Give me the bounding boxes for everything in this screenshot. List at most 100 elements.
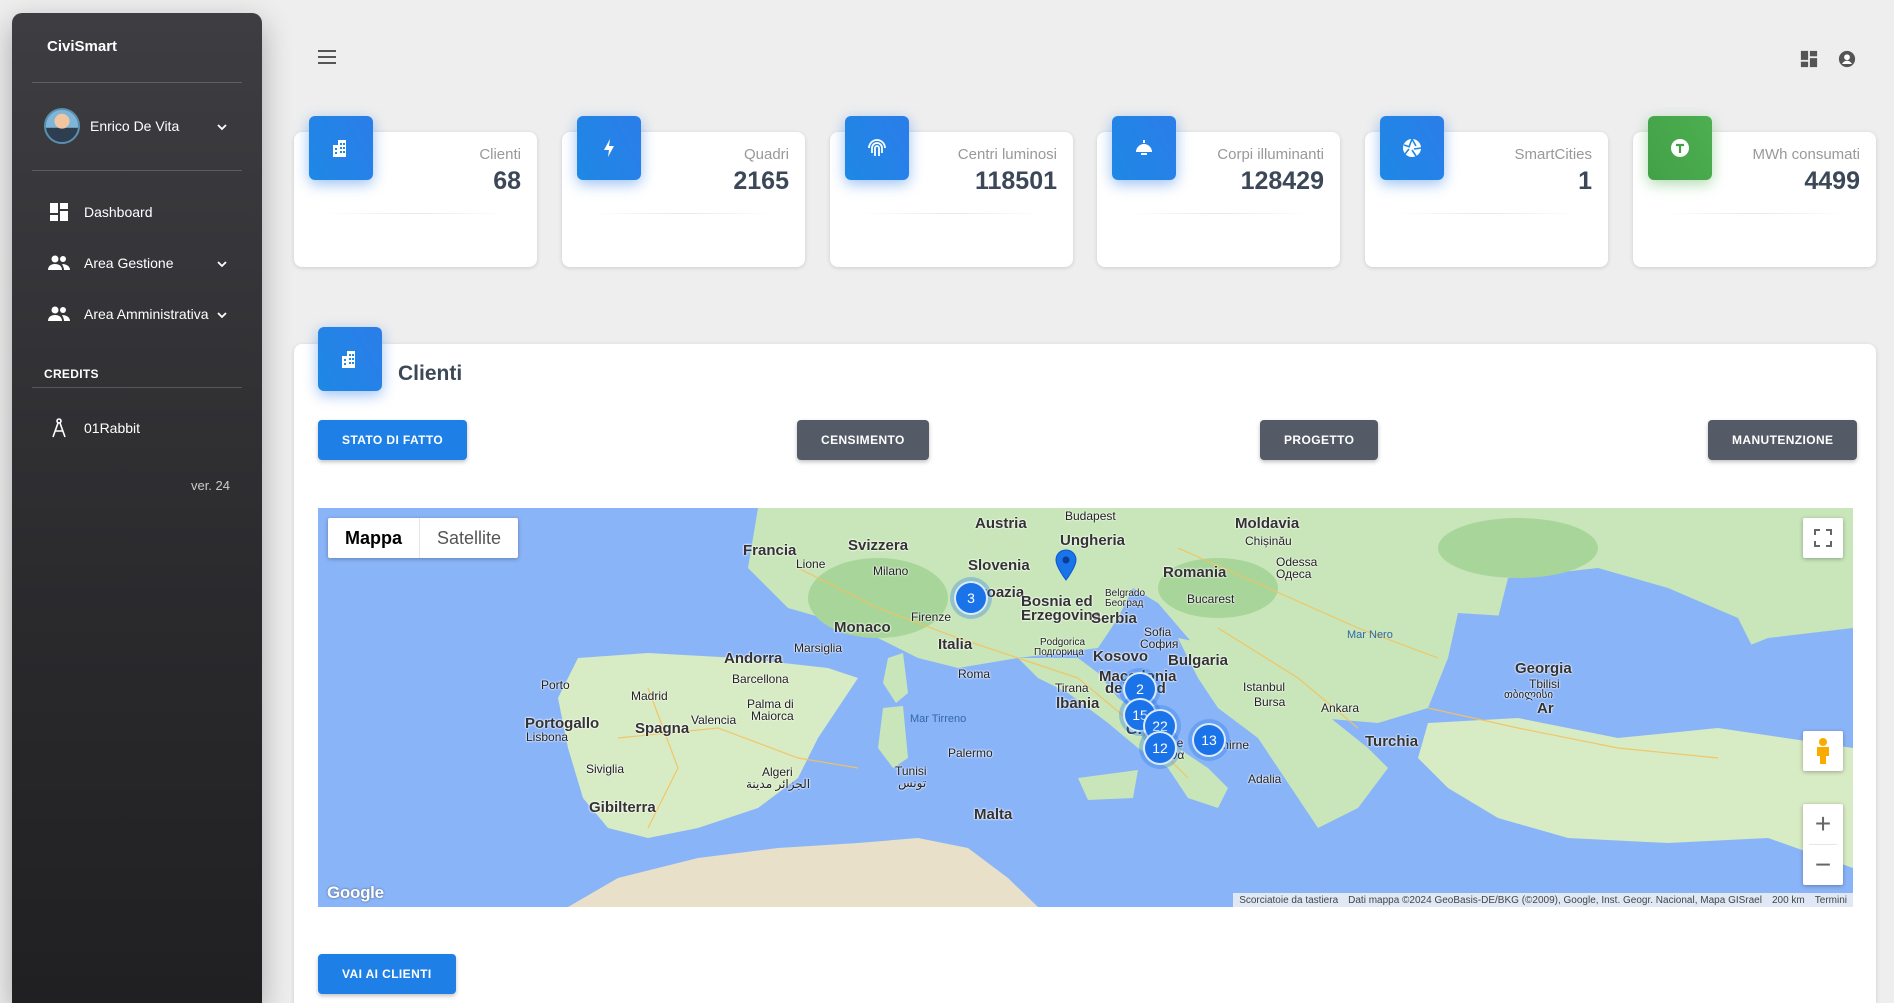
- map-label-country: Malta: [974, 806, 1013, 823]
- map-label-city: Madrid: [631, 689, 668, 703]
- panel-title: Clienti: [398, 362, 463, 385]
- card-divider: [324, 213, 507, 214]
- stat-value: 4499: [1804, 167, 1860, 195]
- map-cluster-marker[interactable]: 12: [1143, 731, 1177, 765]
- map-cluster-marker[interactable]: 13: [1192, 723, 1226, 757]
- compass-icon: [48, 417, 70, 439]
- card-divider: [1127, 213, 1310, 214]
- brand-logo[interactable]: CiviSmart: [47, 38, 117, 55]
- chevron-down-icon[interactable]: [216, 257, 228, 269]
- map-label-country: lbania: [1056, 695, 1100, 712]
- sidebar-item-label: 01Rabbit: [84, 420, 141, 436]
- map-label-city: Roma: [958, 667, 991, 681]
- sidebar-item-01rabbit[interactable]: 01Rabbit: [48, 413, 248, 443]
- sidebar: CiviSmart Enrico De Vita Dashboard Area …: [12, 13, 262, 1003]
- dashboard-icon[interactable]: [1798, 48, 1820, 70]
- sidebar-item-dashboard[interactable]: Dashboard: [48, 197, 248, 227]
- map-label-city: Gibilterra: [589, 799, 656, 816]
- map-label-city: Maiorca: [751, 709, 794, 723]
- sidebar-item-label: Area Amministrativa: [84, 306, 209, 322]
- manutenzione-button[interactable]: MANUTENZIONE: [1708, 420, 1858, 460]
- map-label-country: Kosovo: [1093, 648, 1149, 665]
- map-label-city: Siviglia: [586, 762, 625, 776]
- chevron-down-icon[interactable]: [216, 308, 228, 320]
- chevron-down-icon[interactable]: [216, 120, 228, 132]
- map-attribution: Scorciatoie da tastiera Dati mappa ©2024…: [1233, 893, 1853, 907]
- stat-value: 118501: [974, 167, 1057, 195]
- map-label-city: Lisbona: [526, 730, 569, 744]
- fullscreen-icon[interactable]: [1803, 518, 1843, 558]
- stat-label: MWh consumati: [1752, 146, 1860, 163]
- map-label-country: Turchia: [1365, 733, 1419, 750]
- meter-icon: [1648, 116, 1712, 180]
- map-type-mappa[interactable]: Mappa: [328, 518, 421, 558]
- people-icon: [48, 303, 70, 325]
- aperture-icon: [1380, 116, 1444, 180]
- stat-card-smartcities: SmartCities 1: [1365, 116, 1608, 267]
- map-scale[interactable]: 200 km: [1772, 895, 1805, 906]
- user-menu[interactable]: Enrico De Vita: [44, 108, 244, 144]
- progetto-button[interactable]: PROGETTO: [1260, 420, 1379, 460]
- sidebar-item-label: Dashboard: [84, 204, 153, 220]
- map-label-city: Milano: [873, 564, 909, 578]
- stat-label: Centri luminosi: [957, 146, 1057, 163]
- map-label-country: Andorra: [724, 650, 783, 667]
- stat-card-corpi-illuminanti: Corpi illuminanti 128429: [1097, 116, 1340, 267]
- map-label-country: Austria: [975, 515, 1027, 532]
- card-divider: [1663, 213, 1846, 214]
- zoom-out-icon[interactable]: −: [1803, 845, 1843, 885]
- people-icon: [48, 252, 70, 274]
- map-label-city: Valencia: [691, 713, 737, 727]
- map-cluster-marker[interactable]: 3: [954, 581, 988, 615]
- map-label-city: الجزائر مدينة: [746, 777, 811, 791]
- keyboard-shortcuts-link[interactable]: Scorciatoie da tastiera: [1239, 895, 1338, 906]
- sidebar-divider: [32, 82, 242, 83]
- stat-value: 2165: [733, 167, 789, 195]
- card-divider: [592, 213, 775, 214]
- map-label-sea: Mar Nero: [1347, 629, 1393, 641]
- terms-link[interactable]: Termini: [1815, 895, 1847, 906]
- map-label-city: Monaco: [834, 619, 891, 636]
- lamp-icon: [1112, 116, 1176, 180]
- map-label-city: Istanbul: [1243, 680, 1286, 694]
- map-label-city: Tirana: [1055, 681, 1089, 695]
- stat-value: 1: [1578, 167, 1592, 195]
- account-icon[interactable]: [1836, 48, 1858, 70]
- stat-label: Corpi illuminanti: [1217, 146, 1324, 163]
- map-label-city: Budapest: [1065, 509, 1116, 523]
- map-pin-icon[interactable]: [1054, 549, 1078, 581]
- map-label-city: Barcellona: [732, 672, 789, 686]
- map-view[interactable]: Austria Budapest Moldavia Chișinău Unghe…: [318, 508, 1853, 907]
- map-label-country: Bulgaria: [1168, 652, 1229, 669]
- map-label-city: Firenze: [911, 610, 952, 624]
- street-view-pegman-icon[interactable]: [1803, 731, 1843, 771]
- stato-di-fatto-button[interactable]: STATO DI FATTO: [318, 420, 468, 460]
- map-label-city: Lione: [796, 557, 826, 571]
- stat-value: 128429: [1240, 167, 1324, 195]
- map-label-city: Porto: [541, 678, 570, 692]
- map-label-country: Moldavia: [1235, 515, 1300, 532]
- map-label-country: Serbia: [1091, 610, 1137, 627]
- map-label-city: تونس: [898, 776, 927, 790]
- building-icon: [318, 327, 382, 391]
- building-icon: [309, 116, 373, 180]
- vai-ai-clienti-button[interactable]: VAI AI CLIENTI: [318, 954, 456, 994]
- map-type-satellite[interactable]: Satellite: [420, 518, 518, 558]
- stat-card-quadri: Quadri 2165: [562, 116, 805, 267]
- zoom-in-icon[interactable]: +: [1803, 804, 1843, 844]
- stat-card-mwh-consumati: MWh consumati 4499: [1633, 116, 1876, 267]
- map-label-city: Bucarest: [1187, 592, 1235, 606]
- map-label-country: Spagna: [635, 720, 690, 737]
- sidebar-divider: [32, 387, 242, 388]
- user-name: Enrico De Vita: [90, 118, 180, 134]
- map-label-city: Palermo: [948, 746, 993, 760]
- map-label-city: Adalia: [1248, 772, 1282, 786]
- map-label-city: Ankara: [1321, 701, 1360, 715]
- map-label-city: Chișinău: [1245, 534, 1292, 548]
- map-label-country: Erzegovina: [1021, 607, 1102, 624]
- map-label-country: Svizzera: [848, 537, 909, 554]
- censimento-button[interactable]: CENSIMENTO: [797, 420, 929, 460]
- avatar: [44, 108, 80, 144]
- stat-card-clienti: Clienti 68: [294, 116, 537, 267]
- menu-toggle-icon[interactable]: [316, 46, 338, 68]
